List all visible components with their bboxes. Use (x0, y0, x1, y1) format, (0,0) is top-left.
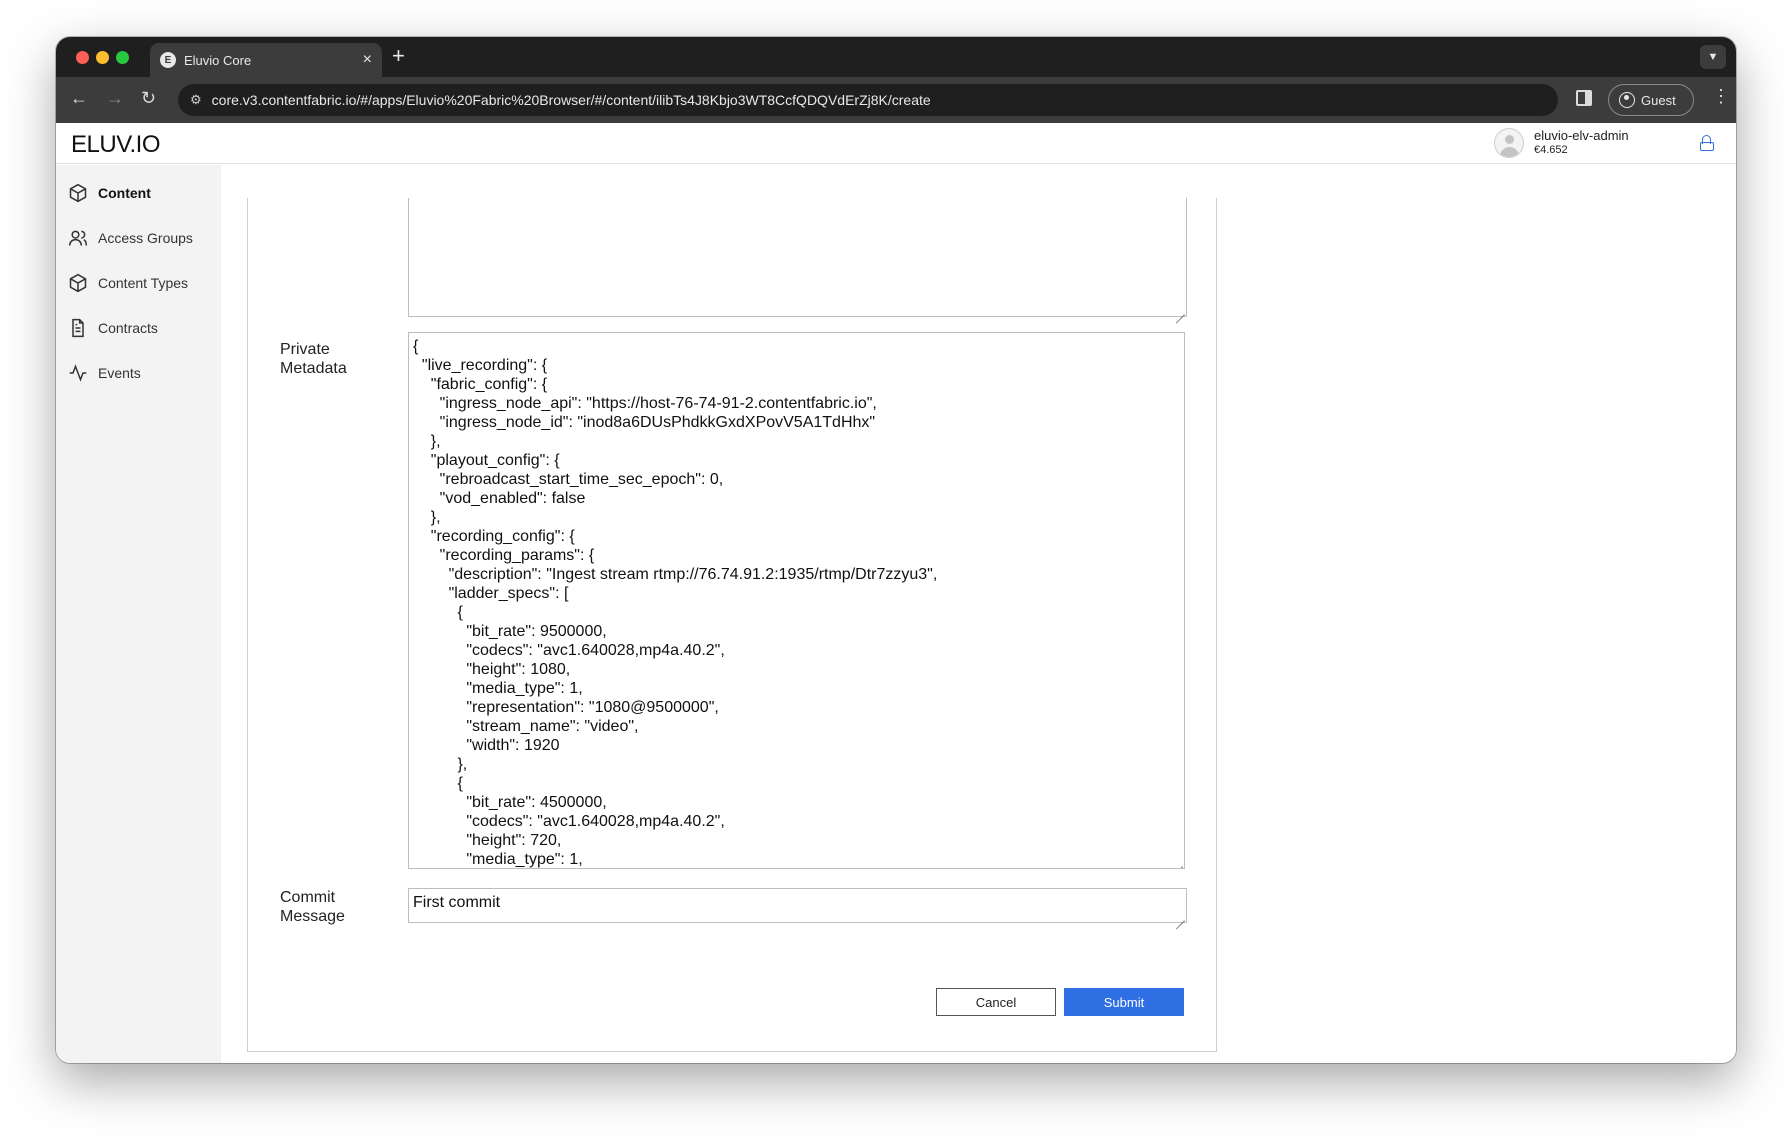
forward-arrow-icon[interactable]: → (106, 89, 124, 107)
sidebar-item-contracts[interactable]: Contracts (68, 318, 158, 338)
commit-message-input[interactable]: First commit (408, 888, 1187, 923)
profile-label: Guest (1641, 92, 1676, 108)
tab-strip: E Eluvio Core × + ▼ (56, 37, 1736, 77)
address-url: core.v3.contentfabric.io/#/apps/Eluvio%2… (211, 92, 931, 108)
close-window-button[interactable] (76, 51, 89, 64)
sidebar-item-access-groups[interactable]: Access Groups (68, 228, 193, 248)
favicon-icon: E (160, 52, 176, 68)
activity-icon (68, 363, 88, 383)
sidebar-item-label: Content Types (98, 275, 189, 291)
site-settings-icon[interactable]: ⚙ (190, 92, 202, 108)
cancel-button[interactable]: Cancel (936, 988, 1056, 1016)
private-metadata-textarea[interactable]: { "live_recording": { "fabric_config": {… (408, 332, 1185, 869)
user-name: eluvio-elv-admin (1534, 128, 1629, 143)
profile-button[interactable]: Guest (1608, 84, 1694, 116)
user-balance: €4.652 (1534, 144, 1568, 156)
browser-toolbar: ← → ↻ ⚙ core.v3.contentfabric.io/#/apps/… (56, 77, 1736, 123)
description-textarea[interactable] (408, 198, 1187, 317)
sidebar-item-label: Contracts (98, 320, 158, 336)
sidebar-item-label: Content (98, 185, 151, 201)
browser-tab[interactable]: E Eluvio Core × (150, 43, 382, 77)
app-root: ELUV.IO eluvio-elv-admin €4.652 Content … (56, 123, 1736, 1063)
resize-handle-icon[interactable] (1176, 306, 1185, 315)
commit-message-label: Commit Message (280, 889, 345, 925)
sidebar-item-content-types[interactable]: Content Types (68, 273, 188, 293)
sidebar: Content Access Groups Content Types Cont… (56, 165, 221, 1063)
sidebar-item-events[interactable]: Events (68, 363, 141, 383)
profile-icon (1619, 92, 1635, 108)
new-tab-plus-icon[interactable]: + (392, 45, 405, 67)
sidebar-item-label: Events (98, 365, 141, 381)
side-panel-icon[interactable] (1576, 90, 1592, 106)
box-icon (68, 273, 88, 293)
minimize-window-button[interactable] (96, 51, 109, 64)
create-content-form: Private Metadata { "live_recording": { "… (247, 198, 1217, 1052)
resize-handle-icon[interactable] (1174, 858, 1183, 867)
sidebar-item-content[interactable]: Content (68, 183, 151, 203)
app-logo[interactable]: ELUV.IO (71, 131, 161, 159)
sidebar-item-label: Access Groups (98, 230, 193, 246)
browser-window: E Eluvio Core × + ▼ ← → ↻ ⚙ core.v3.cont… (56, 37, 1736, 1063)
close-icon[interactable]: × (363, 52, 372, 68)
users-icon (68, 228, 88, 248)
resize-handle-icon[interactable] (1176, 912, 1185, 921)
tab-title: Eluvio Core (184, 52, 252, 68)
back-arrow-icon[interactable]: ← (70, 89, 88, 107)
app-header: ELUV.IO eluvio-elv-admin €4.652 (56, 123, 1736, 164)
file-text-icon (68, 318, 88, 338)
address-bar[interactable]: ⚙ core.v3.contentfabric.io/#/apps/Eluvio… (178, 84, 1558, 116)
box-icon (68, 183, 88, 203)
avatar[interactable] (1494, 128, 1524, 158)
maximize-window-button[interactable] (116, 51, 129, 64)
more-menu-icon[interactable]: ⋮ (1712, 87, 1730, 105)
reload-icon[interactable]: ↻ (141, 89, 156, 107)
submit-button[interactable]: Submit (1064, 988, 1184, 1016)
unlock-icon[interactable] (1700, 135, 1714, 151)
private-metadata-label: Private Metadata (280, 341, 347, 377)
chevron-down-icon[interactable]: ▼ (1700, 45, 1726, 69)
